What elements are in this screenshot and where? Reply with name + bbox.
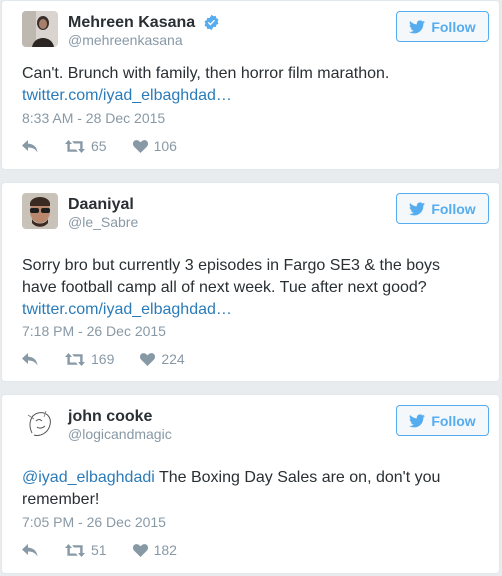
reply-icon [22, 139, 38, 152]
twitter-bird-icon [409, 19, 426, 33]
tweet-timestamp[interactable]: 8:33 AM - 28 Dec 2015 [22, 110, 165, 127]
avatar-photo-icon [22, 11, 58, 47]
heart-icon [132, 543, 148, 557]
display-name[interactable]: john cooke [68, 407, 152, 426]
retweet-button[interactable]: 51 [65, 542, 107, 558]
like-count: 106 [153, 138, 177, 154]
tweet-actions: 65 106 [22, 136, 177, 156]
avatar-photo-icon [22, 193, 58, 229]
like-button[interactable]: 224 [140, 351, 185, 367]
avatar[interactable] [22, 405, 58, 441]
reply-icon [22, 352, 38, 365]
like-button[interactable]: 182 [132, 542, 177, 558]
follow-label: Follow [431, 412, 476, 429]
tweet-timestamp[interactable]: 7:05 PM - 26 Dec 2015 [22, 514, 166, 531]
tweet-link[interactable]: twitter.com/iyad_elbaghdad… [22, 87, 232, 104]
retweet-count: 169 [91, 351, 115, 367]
user-handle[interactable]: @le_Sabre [68, 214, 138, 231]
like-count: 182 [153, 542, 177, 558]
follow-label: Follow [431, 18, 476, 35]
twitter-bird-icon [409, 413, 426, 427]
tweet-timestamp[interactable]: 7:18 PM - 26 Dec 2015 [22, 323, 166, 340]
heart-icon [140, 352, 156, 366]
reply-button[interactable] [22, 352, 39, 366]
verified-badge-icon [204, 14, 219, 31]
follow-label: Follow [431, 200, 476, 217]
display-name[interactable]: Mehreen Kasana [68, 13, 195, 32]
tweet-card: Daaniyal @le_Sabre Follow Sorry bro but … [1, 182, 500, 382]
retweet-icon [65, 543, 85, 557]
retweet-count: 65 [91, 138, 107, 154]
follow-button[interactable]: Follow [396, 405, 489, 436]
tweet-link-line: twitter.com/iyad_elbaghdad… [22, 85, 232, 107]
avatar-line-drawing-icon [22, 405, 58, 441]
retweet-icon [65, 352, 85, 366]
tweet-actions: 169 224 [22, 349, 185, 369]
retweet-count: 51 [91, 542, 107, 558]
user-info: Daaniyal @le_Sabre [68, 195, 138, 231]
avatar[interactable] [22, 11, 58, 47]
like-button[interactable]: 106 [132, 138, 177, 154]
heart-icon [132, 139, 148, 153]
reply-button[interactable] [22, 543, 39, 557]
follow-button[interactable]: Follow [396, 193, 489, 224]
retweet-button[interactable]: 65 [65, 138, 107, 154]
tweet-card: john cooke @logicandmagic Follow @iyad_e… [1, 394, 500, 574]
tweet-actions: 51 182 [22, 540, 177, 560]
tweet-feed: Mehreen Kasana @mehreenkasana Follow Can… [0, 0, 502, 576]
avatar[interactable] [22, 193, 58, 229]
tweet-text: Can't. Brunch with family, then horror f… [22, 65, 390, 82]
retweet-button[interactable]: 169 [65, 351, 114, 367]
user-handle[interactable]: @logicandmagic [68, 426, 172, 443]
tweet-card: Mehreen Kasana @mehreenkasana Follow Can… [1, 0, 500, 170]
twitter-bird-icon [409, 201, 426, 215]
follow-button[interactable]: Follow [396, 11, 489, 42]
user-info: Mehreen Kasana @mehreenkasana [68, 13, 220, 49]
tweet-link-line: twitter.com/iyad_elbaghdad… [22, 299, 232, 321]
mention-link[interactable]: @iyad_elbaghdadi [22, 469, 155, 486]
user-handle[interactable]: @mehreenkasana [68, 32, 220, 49]
like-count: 224 [161, 351, 185, 367]
user-info: john cooke @logicandmagic [68, 407, 172, 443]
tweet-link[interactable]: twitter.com/iyad_elbaghdad… [22, 301, 232, 318]
display-name[interactable]: Daaniyal [68, 195, 134, 214]
reply-button[interactable] [22, 139, 39, 153]
retweet-icon [65, 139, 85, 153]
reply-icon [22, 543, 38, 556]
tweet-text: Sorry bro but currently 3 episodes in Fa… [22, 257, 440, 296]
tweet-text: @iyad_elbaghdadi The Boxing Day Sales ar… [22, 467, 479, 511]
